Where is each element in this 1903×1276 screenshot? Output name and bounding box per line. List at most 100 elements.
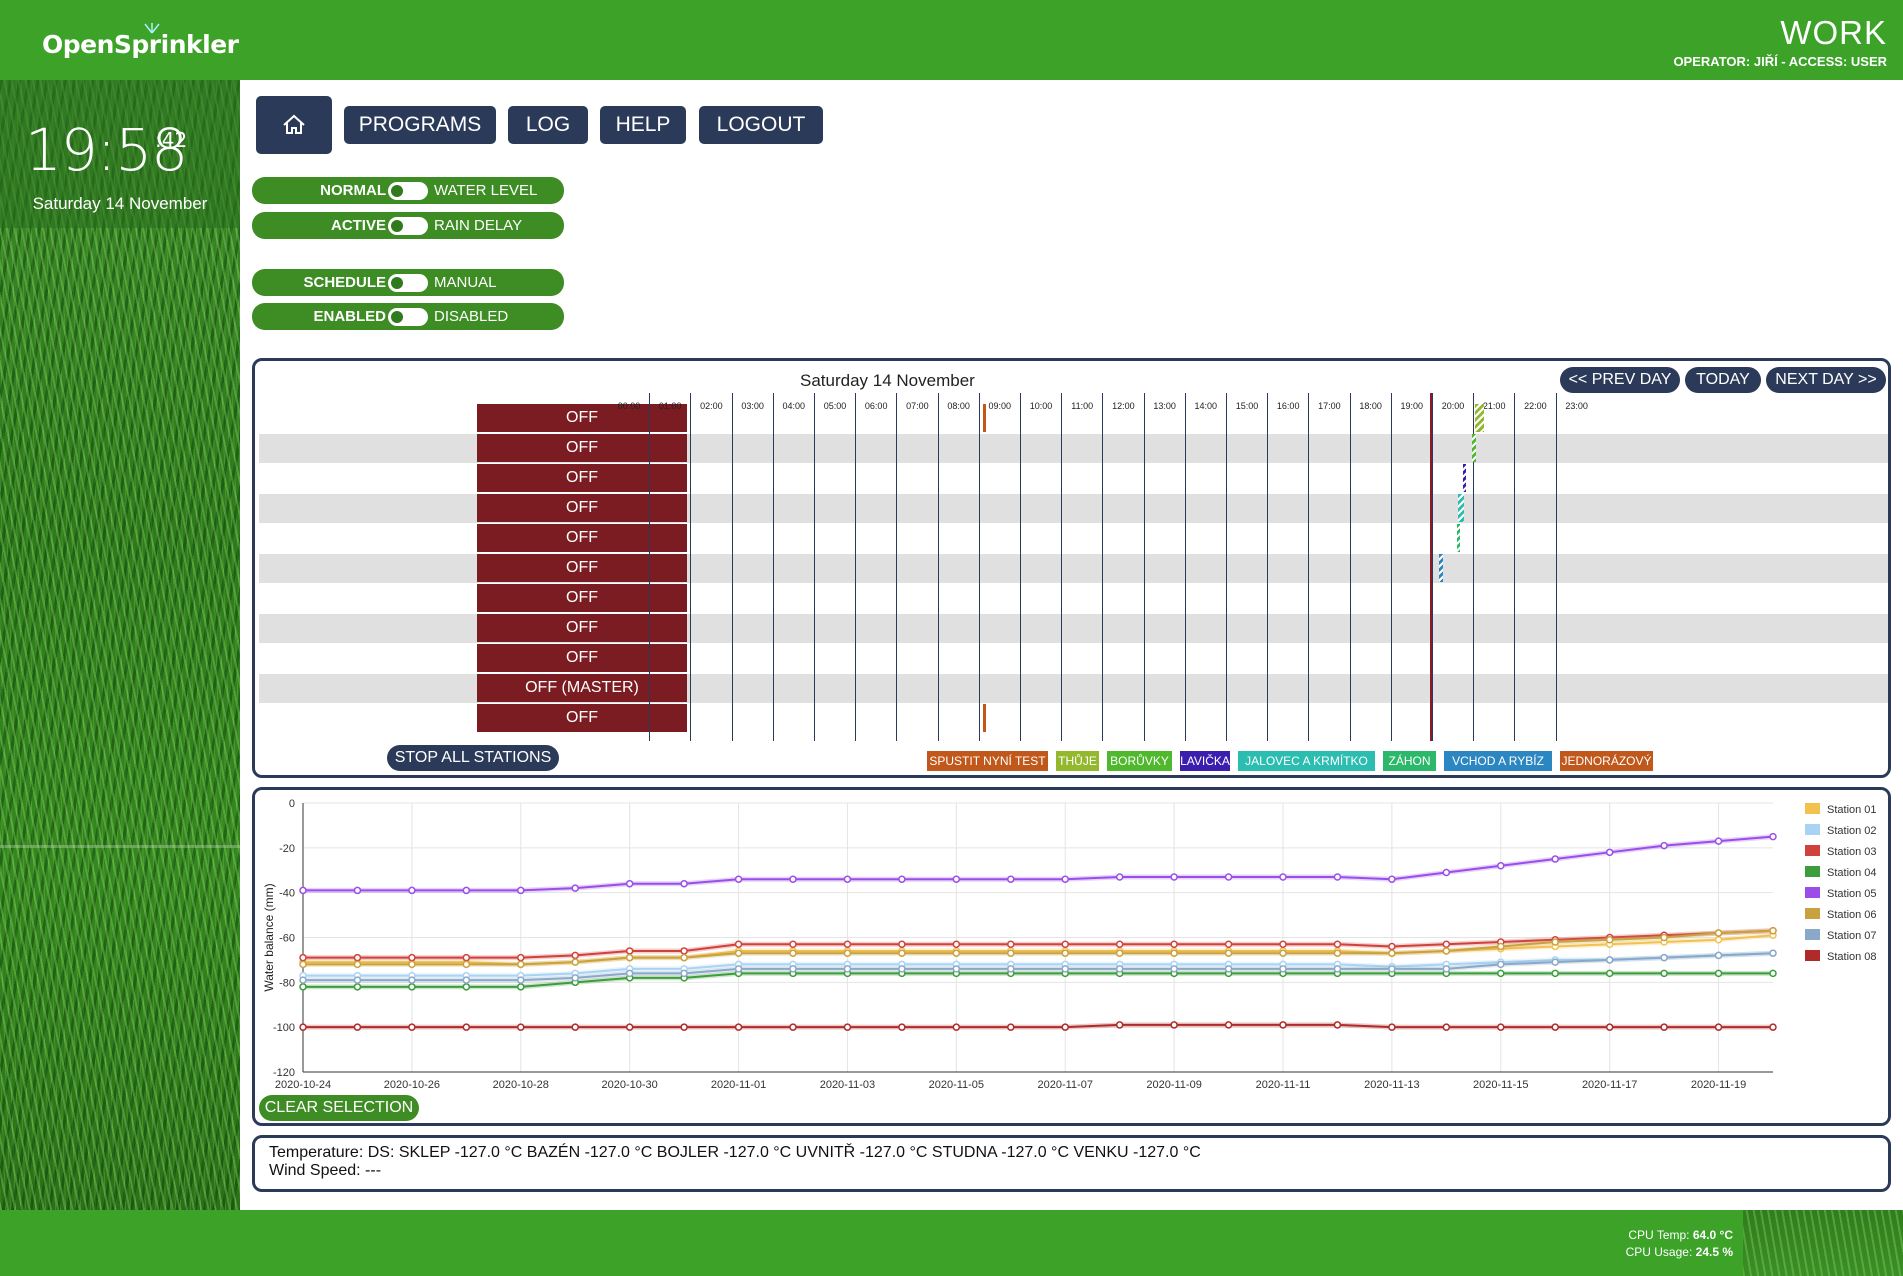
series-point[interactable] <box>1007 940 1015 948</box>
series-point[interactable] <box>299 1023 307 1031</box>
series-point[interactable] <box>1170 949 1178 957</box>
series-point[interactable] <box>1660 953 1668 962</box>
series-point[interactable] <box>1442 965 1451 973</box>
station-status[interactable]: OFF <box>477 704 687 732</box>
series-point[interactable] <box>1605 1023 1614 1031</box>
series-point[interactable] <box>843 949 852 957</box>
series-point[interactable] <box>353 1023 362 1031</box>
series-point[interactable] <box>1007 1023 1015 1031</box>
series-point[interactable] <box>1333 940 1342 948</box>
series-point[interactable] <box>843 875 852 883</box>
program-legend-item[interactable]: LAVIČKA <box>1180 751 1230 771</box>
app-logo[interactable]: OpenSprinkler <box>42 30 239 59</box>
series-point[interactable] <box>1388 965 1396 973</box>
series-point[interactable] <box>1007 875 1015 883</box>
series-point[interactable] <box>353 953 362 962</box>
series-point[interactable] <box>1388 875 1396 883</box>
series-point[interactable] <box>517 886 525 895</box>
series-point[interactable] <box>1061 1023 1069 1031</box>
series-point[interactable] <box>1388 949 1396 957</box>
series-point[interactable] <box>1224 873 1233 881</box>
series-point[interactable] <box>1551 938 1559 946</box>
program-legend-item[interactable]: ZÁHON <box>1383 751 1436 771</box>
legend-label[interactable]: Station 06 <box>1827 909 1877 921</box>
series-point[interactable] <box>1769 927 1777 935</box>
series-point[interactable] <box>571 951 579 960</box>
series-point[interactable] <box>952 949 961 957</box>
series-point[interactable] <box>571 958 579 966</box>
series-point[interactable] <box>408 953 416 962</box>
series-point[interactable] <box>625 947 634 955</box>
series-point[interactable] <box>734 965 743 973</box>
series-point[interactable] <box>1497 1023 1505 1031</box>
legend-label[interactable]: Station 08 <box>1827 951 1877 963</box>
series-point[interactable] <box>1224 940 1233 948</box>
series-point[interactable] <box>1714 929 1723 937</box>
series-point[interactable] <box>1224 965 1233 973</box>
programs-button[interactable]: PROGRAMS <box>344 106 496 144</box>
series-point[interactable] <box>1333 1021 1342 1029</box>
series-point[interactable] <box>1115 1021 1124 1029</box>
series-point[interactable] <box>1115 965 1124 973</box>
legend-swatch[interactable] <box>1805 845 1820 856</box>
series-point[interactable] <box>517 953 525 962</box>
toggle-switch[interactable] <box>388 274 428 292</box>
series-point[interactable] <box>734 940 743 948</box>
station-status[interactable]: OFF <box>477 494 687 522</box>
series-point[interactable] <box>1115 873 1124 881</box>
enabled-toggle[interactable]: ENABLED DISABLED <box>252 303 564 330</box>
series-point[interactable] <box>789 1023 797 1031</box>
series-point[interactable] <box>1115 949 1124 957</box>
series-point[interactable] <box>1660 1023 1668 1031</box>
series-point[interactable] <box>408 960 416 969</box>
series-point[interactable] <box>462 976 471 984</box>
series-point[interactable] <box>789 940 797 948</box>
scheduled-run-segment[interactable] <box>982 704 986 732</box>
legend-label[interactable]: Station 07 <box>1827 930 1877 942</box>
series-point[interactable] <box>517 960 525 969</box>
series-point[interactable] <box>1551 855 1559 863</box>
series-point[interactable] <box>625 969 634 978</box>
series-point[interactable] <box>1660 933 1668 942</box>
series-point[interactable] <box>1769 949 1777 957</box>
series-point[interactable] <box>462 983 471 991</box>
series-point[interactable] <box>625 953 634 962</box>
schedule-toggle[interactable]: SCHEDULE MANUAL <box>252 269 564 296</box>
series-point[interactable] <box>1714 969 1723 978</box>
series-point[interactable] <box>1279 949 1287 957</box>
station-status[interactable]: OFF <box>477 554 687 582</box>
today-button[interactable]: TODAY <box>1685 367 1761 393</box>
program-legend-item[interactable]: JEDNORÁZOVÝ <box>1560 751 1653 771</box>
series-point[interactable] <box>1442 947 1451 955</box>
toggle-switch[interactable] <box>388 182 428 200</box>
series-point[interactable] <box>408 1023 416 1031</box>
series-point[interactable] <box>1660 969 1668 978</box>
station-status[interactable]: OFF <box>477 644 687 672</box>
series-point[interactable] <box>1061 949 1069 957</box>
series-point[interactable] <box>462 953 471 962</box>
series-point[interactable] <box>462 886 471 895</box>
station-status[interactable]: OFF <box>477 434 687 462</box>
station-status[interactable]: OFF (MASTER) <box>477 674 687 702</box>
scheduled-run-segment[interactable] <box>1463 464 1467 492</box>
series-point[interactable] <box>1170 965 1178 973</box>
series-point[interactable] <box>1769 1023 1777 1031</box>
scheduled-run-segment[interactable] <box>1472 434 1477 462</box>
station-status[interactable]: OFF <box>477 584 687 612</box>
series-point[interactable] <box>299 886 307 895</box>
legend-swatch[interactable] <box>1805 824 1820 835</box>
series-point[interactable] <box>1605 956 1614 964</box>
program-legend-item[interactable]: SPUSTIT NYNÍ TEST <box>927 751 1048 771</box>
series-point[interactable] <box>1497 862 1505 870</box>
series-point[interactable] <box>1279 940 1287 948</box>
station-status[interactable]: OFF <box>477 614 687 642</box>
legend-swatch[interactable] <box>1805 929 1820 940</box>
scheduled-run-segment[interactable] <box>1457 494 1464 522</box>
series-point[interactable] <box>789 949 797 957</box>
series-point[interactable] <box>734 875 743 883</box>
series-point[interactable] <box>1007 949 1015 957</box>
scheduled-run-segment[interactable] <box>1475 404 1485 432</box>
series-point[interactable] <box>680 969 688 978</box>
series-point[interactable] <box>353 960 362 969</box>
legend-label[interactable]: Station 02 <box>1827 825 1877 837</box>
